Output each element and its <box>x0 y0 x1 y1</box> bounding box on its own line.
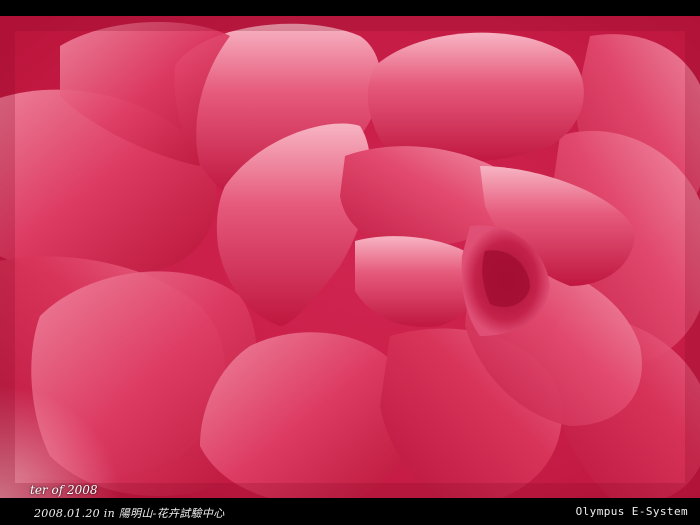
top-frame-border <box>0 0 700 16</box>
photo-overlay-text: ter of 2008 <box>30 483 98 497</box>
camellia-flower-image <box>0 16 700 498</box>
caption-date-location: 2008.01.20 in 陽明山-花卉試驗中心 <box>34 507 225 520</box>
flower-photo <box>0 16 700 498</box>
caption-camera-brand: Olympus E-System <box>575 505 688 518</box>
